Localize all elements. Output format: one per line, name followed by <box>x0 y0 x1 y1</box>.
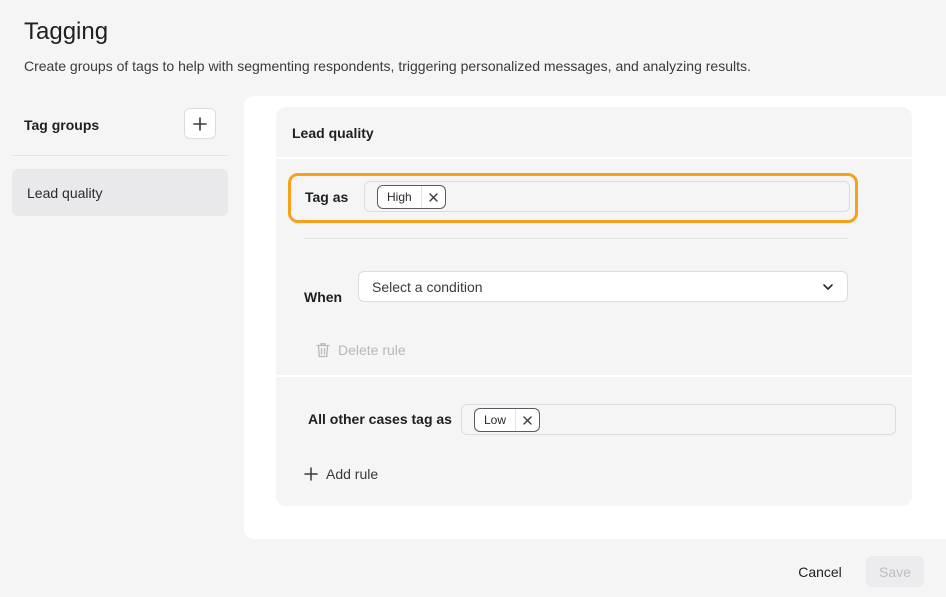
tag-chip-high: High <box>377 185 446 209</box>
condition-select[interactable]: Select a condition <box>358 271 848 302</box>
delete-rule-button[interactable]: Delete rule <box>316 342 406 358</box>
trash-icon <box>316 343 330 358</box>
chevron-down-icon <box>823 284 833 290</box>
add-tag-group-button[interactable] <box>184 108 216 139</box>
condition-placeholder: Select a condition <box>372 278 483 295</box>
sidebar-item-label: Lead quality <box>27 184 103 201</box>
tag-chip-low: Low <box>474 408 541 432</box>
tag-group-card: Lead quality Tag as High When Select a c… <box>276 107 912 506</box>
plus-icon <box>193 116 207 131</box>
tag-as-input[interactable]: High <box>364 181 850 212</box>
tag-as-label: Tag as <box>305 189 349 205</box>
page-title: Tagging <box>24 18 109 45</box>
tag-groups-heading: Tag groups <box>24 117 100 133</box>
when-label: When <box>304 289 343 305</box>
save-button[interactable]: Save <box>866 556 924 587</box>
tag-group-title: Lead quality <box>292 125 374 141</box>
close-icon <box>428 192 438 202</box>
cancel-button[interactable]: Cancel <box>782 556 858 587</box>
add-rule-button[interactable]: Add rule <box>304 466 378 482</box>
delete-rule-label: Delete rule <box>338 342 406 358</box>
tag-groups-header: Tag groups <box>12 104 228 156</box>
rule-section: Tag as High When Select a condition Dele… <box>276 161 912 377</box>
other-cases-input[interactable]: Low <box>461 404 896 435</box>
main-panel: Lead quality Tag as High When Select a c… <box>244 96 946 539</box>
remove-tag-button[interactable] <box>515 409 539 431</box>
tag-group-header: Lead quality <box>276 107 912 159</box>
other-cases-label: All other cases tag as <box>308 411 452 427</box>
add-rule-label: Add rule <box>326 466 379 482</box>
tag-chip-label: High <box>387 190 412 204</box>
tag-as-row: Tag as High <box>288 173 858 223</box>
rule-divider <box>304 238 848 239</box>
tag-chip-label: Low <box>484 413 507 427</box>
page-subtitle: Create groups of tags to help with segme… <box>24 58 751 74</box>
remove-tag-button[interactable] <box>420 186 445 208</box>
sidebar-item-lead-quality[interactable]: Lead quality <box>12 169 228 216</box>
plus-icon <box>304 467 318 481</box>
close-icon <box>523 415 532 425</box>
